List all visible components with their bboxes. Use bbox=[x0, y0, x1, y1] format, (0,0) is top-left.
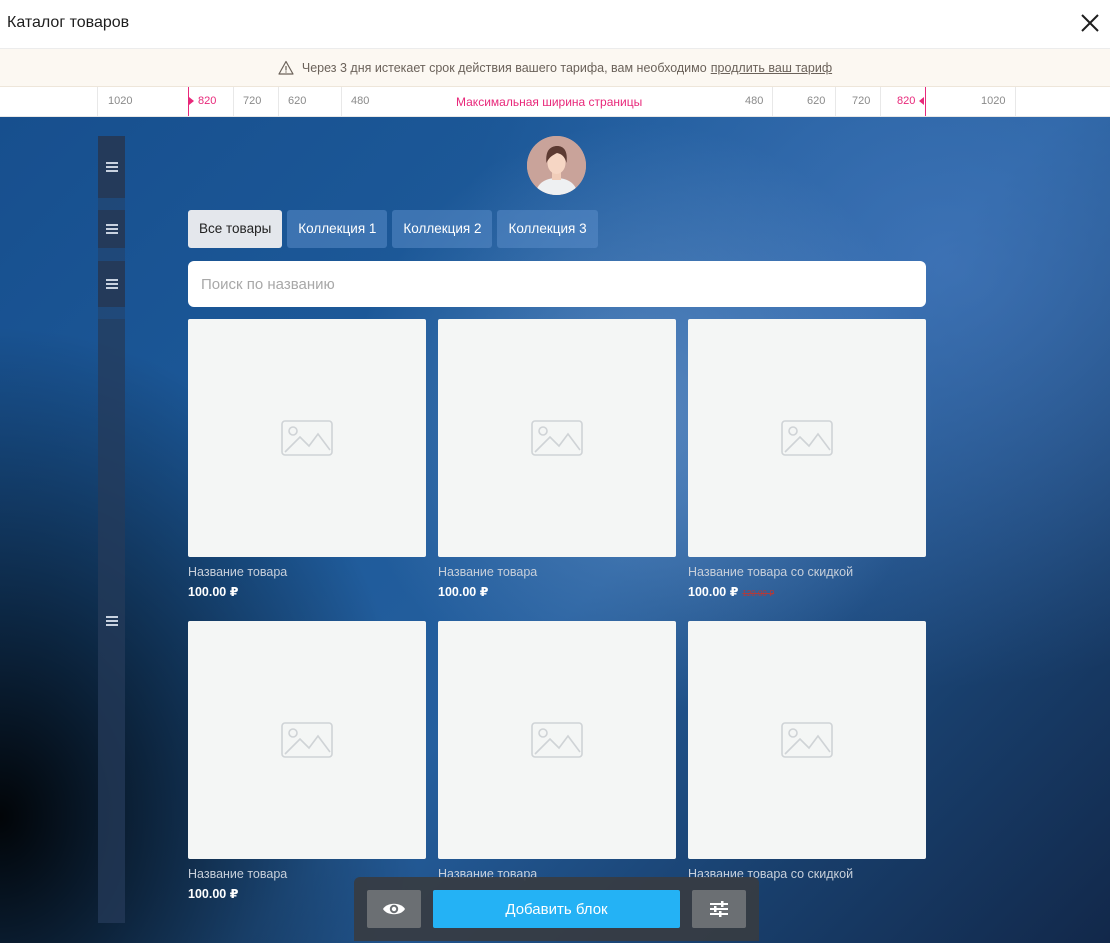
product-card[interactable]: Название товара 100.00 ₽ bbox=[188, 319, 426, 599]
ruler-marker-left-arrow bbox=[189, 97, 194, 105]
ruler-tick bbox=[835, 87, 836, 116]
product-card[interactable]: Название товара со скидкой 100.00 ₽120.0… bbox=[688, 319, 926, 599]
preview-button[interactable] bbox=[367, 890, 421, 928]
product-image[interactable] bbox=[438, 621, 676, 859]
search-input[interactable] bbox=[188, 261, 926, 307]
add-block-button[interactable]: Добавить блок bbox=[433, 890, 680, 928]
ruler-tick bbox=[341, 87, 342, 116]
banner-text: Через 3 дня истекает срок действия вашег… bbox=[301, 60, 707, 75]
ruler-label: 620 bbox=[807, 95, 826, 107]
close-icon[interactable] bbox=[1078, 11, 1102, 35]
price-value: 100.00 ₽ bbox=[688, 585, 739, 599]
menu-lines-icon bbox=[105, 277, 118, 291]
tab-collection-3[interactable]: Коллекция 3 bbox=[497, 210, 598, 248]
ruler-label: 820 bbox=[897, 95, 916, 107]
drag-handle[interactable] bbox=[98, 261, 125, 307]
product-card[interactable]: Название товара 100.00 ₽ bbox=[438, 319, 676, 599]
tab-all-products[interactable]: Все товары bbox=[188, 210, 283, 248]
drag-handle[interactable] bbox=[98, 210, 125, 248]
product-image[interactable] bbox=[188, 319, 426, 557]
menu-lines-icon bbox=[105, 222, 118, 236]
editor-toolbar: Добавить блок bbox=[354, 877, 759, 941]
product-image[interactable] bbox=[688, 319, 926, 557]
editor-canvas: Все товары Коллекция 1 Коллекция 2 Колле… bbox=[0, 117, 1110, 943]
eye-icon bbox=[383, 903, 405, 915]
tab-collection-2[interactable]: Коллекция 2 bbox=[392, 210, 493, 248]
ruler-label: 720 bbox=[243, 95, 262, 107]
product-image[interactable] bbox=[188, 621, 426, 859]
menu-lines-icon bbox=[105, 614, 118, 628]
person-icon bbox=[527, 136, 586, 195]
ruler-label: 480 bbox=[745, 95, 764, 107]
settings-button[interactable] bbox=[692, 890, 746, 928]
old-price: 120.00 ₽ bbox=[742, 589, 775, 598]
collection-tabs: Все товары Коллекция 1 Коллекция 2 Колле… bbox=[188, 210, 598, 248]
window-header: Каталог товаров bbox=[0, 0, 1110, 49]
window-title: Каталог товаров bbox=[7, 14, 130, 31]
product-image[interactable] bbox=[438, 319, 676, 557]
ruler-label: 480 bbox=[351, 95, 370, 107]
product-card[interactable]: Название товара со скидкой bbox=[688, 621, 926, 881]
ruler-tick bbox=[880, 87, 881, 116]
product-price: 100.00 ₽120.00 ₽ bbox=[688, 584, 926, 599]
menu-lines-icon bbox=[105, 160, 118, 174]
product-image[interactable] bbox=[688, 621, 926, 859]
avatar[interactable] bbox=[527, 136, 586, 195]
ruler-label: 1020 bbox=[108, 95, 133, 107]
warning-icon bbox=[278, 60, 294, 75]
width-ruler: 1020 820 720 620 480 Максимальная ширина… bbox=[0, 87, 1110, 117]
ruler-label: 620 bbox=[288, 95, 307, 107]
product-price: 100.00 ₽ bbox=[188, 584, 426, 599]
ruler-tick bbox=[278, 87, 279, 116]
ruler-tick bbox=[233, 87, 234, 116]
image-placeholder-icon bbox=[531, 420, 583, 456]
tariff-warning-banner: Через 3 дня истекает срок действия вашег… bbox=[0, 49, 1110, 87]
ruler-tick bbox=[1015, 87, 1016, 116]
image-placeholder-icon bbox=[281, 722, 333, 758]
renew-tariff-link[interactable]: продлить ваш тариф bbox=[711, 61, 832, 75]
tab-collection-1[interactable]: Коллекция 1 bbox=[287, 210, 388, 248]
ruler-marker-right-arrow bbox=[919, 97, 924, 105]
image-placeholder-icon bbox=[781, 420, 833, 456]
product-card[interactable]: Название товара 100.00 ₽ bbox=[188, 621, 426, 901]
price-value: 100.00 ₽ bbox=[438, 585, 489, 599]
price-value: 100.00 ₽ bbox=[188, 887, 239, 901]
ruler-tick bbox=[97, 87, 98, 116]
image-placeholder-icon bbox=[531, 722, 583, 758]
ruler-label: 720 bbox=[852, 95, 871, 107]
product-name: Название товара bbox=[438, 565, 538, 579]
ruler-center-label: Максимальная ширина страницы bbox=[456, 95, 643, 109]
product-name: Название товара bbox=[188, 565, 288, 579]
product-price: 100.00 ₽ bbox=[438, 584, 676, 599]
ruler-label: 1020 bbox=[981, 95, 1006, 107]
ruler-tick bbox=[772, 87, 773, 116]
drag-handle[interactable] bbox=[98, 136, 125, 198]
price-value: 100.00 ₽ bbox=[188, 585, 239, 599]
image-placeholder-icon bbox=[781, 722, 833, 758]
sliders-icon bbox=[710, 901, 728, 917]
image-placeholder-icon bbox=[281, 420, 333, 456]
ruler-label: 820 bbox=[198, 95, 217, 107]
drag-handle[interactable] bbox=[98, 319, 125, 923]
product-card[interactable]: Название товара bbox=[438, 621, 676, 881]
product-name: Название товара со скидкой bbox=[688, 565, 854, 579]
ruler-marker-right[interactable] bbox=[925, 87, 926, 116]
